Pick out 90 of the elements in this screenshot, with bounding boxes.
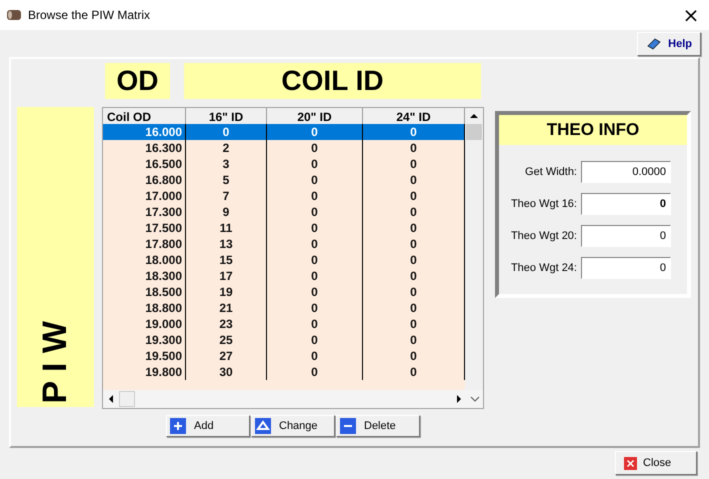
table-cell[interactable]: 27 — [186, 348, 267, 364]
table-cell[interactable]: 0 — [267, 220, 363, 236]
table-cell[interactable]: 0 — [267, 124, 363, 140]
table-cell[interactable]: 0 — [363, 140, 465, 156]
table-cell[interactable]: 0 — [186, 124, 267, 140]
table-cell[interactable]: 0 — [363, 124, 465, 140]
table-cell[interactable]: 0 — [363, 236, 465, 252]
input-field[interactable]: 0 — [581, 193, 671, 215]
table-cell[interactable]: 15 — [186, 252, 267, 268]
field-label: Get Width: — [525, 166, 577, 178]
close-icon — [624, 456, 637, 470]
table-cell[interactable]: 30 — [186, 364, 267, 380]
table-cell[interactable]: 0 — [363, 156, 465, 172]
change-button[interactable]: Change — [251, 415, 335, 437]
input-field[interactable]: 0 — [581, 225, 671, 247]
coil-id-label: COIL ID — [184, 63, 481, 99]
app-icon — [6, 8, 22, 22]
help-button[interactable]: Help — [637, 32, 701, 56]
table-cell[interactable]: 0 — [363, 348, 465, 364]
table-cell[interactable]: 5 — [186, 172, 267, 188]
table-cell[interactable]: 16.300 — [103, 140, 186, 156]
table-cell[interactable]: 16.500 — [103, 156, 186, 172]
table-cell[interactable]: 0 — [363, 188, 465, 204]
table-cell[interactable]: 3 — [186, 156, 267, 172]
table-cell[interactable]: 0 — [267, 156, 363, 172]
table-cell[interactable]: 0 — [267, 332, 363, 348]
field-label: Theo Wgt 16: — [510, 198, 577, 210]
table-cell[interactable]: 0 — [267, 140, 363, 156]
close-button[interactable]: × — [679, 3, 703, 27]
table-cell[interactable]: 19.800 — [103, 364, 186, 380]
table-cell[interactable]: 13 — [186, 236, 267, 252]
table-cell[interactable]: 17.000 — [103, 188, 186, 204]
plus-icon — [170, 418, 186, 434]
table-cell[interactable]: 18.800 — [103, 300, 186, 316]
table-cell[interactable]: 19.000 — [103, 316, 186, 332]
table-cell[interactable]: 17.500 — [103, 220, 186, 236]
table-cell[interactable]: 0 — [267, 348, 363, 364]
od-label: OD — [105, 63, 170, 99]
table-cell[interactable]: 0 — [363, 300, 465, 316]
table-cell[interactable]: 0 — [363, 172, 465, 188]
minus-icon — [340, 418, 356, 434]
input-field[interactable]: 0 — [581, 257, 671, 279]
table-cell[interactable]: 0 — [363, 284, 465, 300]
field-label: Theo Wgt 24: — [510, 262, 577, 274]
table-cell[interactable]: 0 — [267, 284, 363, 300]
table-cell[interactable]: 0 — [267, 300, 363, 316]
input-field[interactable]: 0.0000 — [581, 161, 671, 183]
table-cell[interactable]: 0 — [363, 220, 465, 236]
table-cell[interactable]: 16.800 — [103, 172, 186, 188]
table-cell[interactable]: 25 — [186, 332, 267, 348]
table-cell[interactable]: 7 — [186, 188, 267, 204]
add-button[interactable]: Add — [166, 415, 250, 437]
table-cell[interactable]: 0 — [363, 204, 465, 220]
table-cell[interactable]: 0 — [267, 268, 363, 284]
window-title: Browse the PIW Matrix — [28, 8, 152, 22]
table-cell[interactable]: 0 — [267, 364, 363, 380]
table-cell[interactable]: 17.800 — [103, 236, 186, 252]
table-cell[interactable]: 0 — [267, 236, 363, 252]
table-cell[interactable]: 18.500 — [103, 284, 186, 300]
theo-info-title: THEO INFO — [499, 115, 687, 145]
table-cell[interactable]: 19 — [186, 284, 267, 300]
table-cell[interactable]: 0 — [363, 268, 465, 284]
table-cell[interactable]: 17.300 — [103, 204, 186, 220]
table-cell[interactable]: 0 — [363, 316, 465, 332]
table-cell[interactable]: 0 — [267, 188, 363, 204]
table-cell[interactable]: 0 — [267, 252, 363, 268]
scroll-thumb[interactable] — [119, 391, 135, 407]
table-cell[interactable]: 18.300 — [103, 268, 186, 284]
table-cell[interactable]: 19.300 — [103, 332, 186, 348]
delete-button[interactable]: Delete — [336, 415, 420, 437]
table-cell[interactable]: 17 — [186, 268, 267, 284]
table-cell[interactable]: 0 — [267, 172, 363, 188]
table-cell[interactable]: 23 — [186, 316, 267, 332]
table-cell[interactable]: 19.500 — [103, 348, 186, 364]
table-cell[interactable]: 0 — [363, 252, 465, 268]
table-cell[interactable]: 2 — [186, 140, 267, 156]
field-label: Theo Wgt 20: — [510, 230, 577, 242]
table-cell[interactable]: 11 — [186, 220, 267, 236]
table-cell[interactable]: 21 — [186, 300, 267, 316]
table-cell[interactable]: 0 — [363, 332, 465, 348]
table-cell[interactable]: 18.000 — [103, 252, 186, 268]
table-cell[interactable]: 16.000 — [103, 124, 186, 140]
scroll-thumb[interactable] — [466, 124, 482, 140]
table-cell[interactable]: 0 — [267, 204, 363, 220]
table-cell[interactable]: 0 — [267, 316, 363, 332]
piw-label: P I W — [17, 107, 94, 407]
table-cell[interactable]: 0 — [363, 364, 465, 380]
book-icon — [646, 37, 662, 51]
close-dialog-button[interactable]: Close — [615, 451, 697, 475]
table-cell[interactable]: 9 — [186, 204, 267, 220]
